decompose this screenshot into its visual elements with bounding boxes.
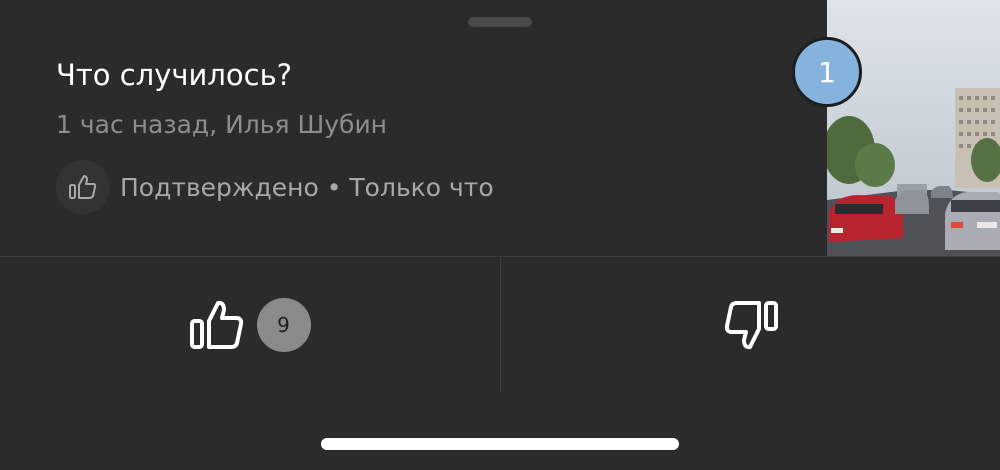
event-card: Что случилось? 1 час назад, Илья Шубин П…: [0, 0, 1000, 256]
sheet-drag-handle[interactable]: [468, 17, 532, 27]
home-indicator: [321, 438, 679, 450]
event-meta: 1 час назад, Илья Шубин: [56, 110, 388, 139]
confirmation-status: Подтверждено • Только что: [56, 160, 494, 214]
thumbs-up-icon: [69, 175, 97, 199]
event-photo[interactable]: [827, 0, 1000, 256]
event-title: Что случилось?: [56, 58, 293, 92]
thumbs-down-icon: [724, 300, 778, 349]
status-text: Подтверждено • Только что: [120, 172, 494, 202]
like-count-badge: 9: [256, 297, 311, 352]
photo-count-badge: 1: [792, 37, 862, 107]
thumbs-up-icon: [189, 300, 243, 349]
dislike-button[interactable]: [501, 257, 1000, 392]
like-button[interactable]: 9: [0, 257, 499, 392]
status-icon-circle: [56, 160, 110, 214]
